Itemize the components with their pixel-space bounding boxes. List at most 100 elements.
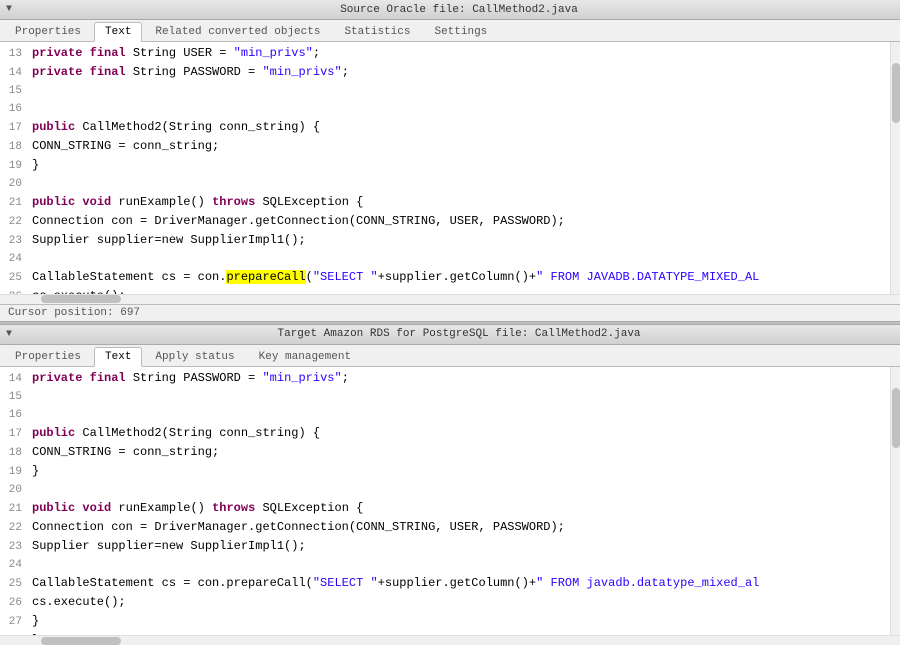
bottom-code-content: 14 private final String PASSWORD = "min_…	[0, 367, 900, 636]
table-row: 16	[0, 100, 890, 118]
table-row: 24	[0, 556, 890, 574]
top-tabs-bar: Properties Text Related converted object…	[0, 20, 900, 42]
tab-apply-status-bottom[interactable]: Apply status	[144, 347, 245, 366]
top-code-panel: 13 private final String USER = "min_priv…	[0, 42, 900, 304]
tab-related-top[interactable]: Related converted objects	[144, 22, 331, 41]
table-row: 25 CallableStatement cs = con.prepareCal…	[0, 268, 890, 287]
line-number: 14	[0, 370, 32, 388]
top-panel-title: Source Oracle file: CallMethod2.java	[18, 2, 900, 18]
line-number: 21	[0, 194, 32, 212]
code-token: void	[82, 501, 111, 515]
table-row: 15	[0, 82, 890, 100]
code-token: final	[90, 371, 126, 385]
code-token	[82, 46, 89, 60]
line-code: Supplier supplier=new SupplierImpl1();	[32, 231, 306, 249]
line-number: 22	[0, 213, 32, 231]
bottom-scroll-thumb[interactable]	[892, 388, 900, 448]
line-code: CONN_STRING = conn_string;	[32, 443, 219, 461]
line-number: 18	[0, 138, 32, 156]
tab-text-bottom[interactable]: Text	[94, 347, 142, 367]
code-token: }	[32, 614, 39, 628]
code-token: Supplier supplier=new SupplierImpl1();	[32, 539, 306, 553]
line-number: 22	[0, 519, 32, 537]
tab-settings-top[interactable]: Settings	[423, 22, 498, 41]
line-code: private final String PASSWORD = "min_pri…	[32, 369, 349, 387]
code-token: void	[82, 195, 111, 209]
code-token: SQLException {	[255, 195, 363, 209]
tab-text-top[interactable]: Text	[94, 22, 142, 42]
bottom-tabs-bar: Properties Text Apply status Key managem…	[0, 345, 900, 367]
line-code: public CallMethod2(String conn_string) {	[32, 424, 320, 442]
table-row: 17 public CallMethod2(String conn_string…	[0, 424, 890, 443]
bottom-hscroll-thumb[interactable]	[41, 637, 121, 645]
line-number: 17	[0, 425, 32, 443]
code-token: "min_privs"	[234, 46, 313, 60]
line-number: 19	[0, 157, 32, 175]
bottom-scrollbar[interactable]	[890, 367, 900, 636]
code-token: cs.execute();	[32, 595, 126, 609]
top-collapse-arrow[interactable]: ▼	[0, 3, 18, 16]
code-token: ;	[342, 371, 349, 385]
code-token: public	[32, 195, 75, 209]
code-token: "SELECT "	[313, 270, 378, 284]
code-token: private	[32, 46, 82, 60]
code-token	[82, 371, 89, 385]
line-number: 13	[0, 45, 32, 63]
code-token: }	[32, 158, 39, 172]
line-code: CONN_STRING = conn_string;	[32, 137, 219, 155]
code-token: }	[32, 464, 39, 478]
line-code: private final String USER = "min_privs";	[32, 44, 320, 62]
top-hscrollbar[interactable]	[0, 294, 900, 304]
line-number: 24	[0, 250, 32, 268]
line-number: 17	[0, 119, 32, 137]
code-token: Supplier supplier=new SupplierImpl1();	[32, 233, 306, 247]
line-code: public void runExample() throws SQLExcep…	[32, 499, 363, 517]
table-row: 20	[0, 481, 890, 499]
table-row: 19 }	[0, 156, 890, 175]
tab-key-management-bottom[interactable]: Key management	[248, 347, 362, 366]
code-token: "min_privs"	[262, 371, 341, 385]
code-token: final	[90, 46, 126, 60]
line-number: 20	[0, 481, 32, 499]
line-code: cs.execute();	[32, 593, 126, 611]
line-code: CallableStatement cs = con.prepareCall("…	[32, 268, 759, 286]
line-number: 25	[0, 269, 32, 287]
line-number: 27	[0, 613, 32, 631]
code-token: throws	[212, 501, 255, 515]
line-number: 23	[0, 232, 32, 250]
table-row: 13 private final String USER = "min_priv…	[0, 44, 890, 63]
bottom-panel: ▼ Target Amazon RDS for PostgreSQL file:…	[0, 325, 900, 645]
tab-properties-bottom[interactable]: Properties	[4, 347, 92, 366]
table-row: 26 cs.execute();	[0, 593, 890, 612]
code-token: prepareCall	[226, 270, 305, 284]
line-number: 21	[0, 500, 32, 518]
tab-statistics-top[interactable]: Statistics	[333, 22, 421, 41]
code-token: CONN_STRING = conn_string;	[32, 445, 219, 459]
bottom-code-panel: 14 private final String PASSWORD = "min_…	[0, 367, 900, 645]
bottom-panel-title: Target Amazon RDS for PostgreSQL file: C…	[18, 326, 900, 342]
bottom-hscrollbar[interactable]	[0, 635, 900, 645]
code-token: CallMethod2(String conn_string) {	[75, 426, 320, 440]
line-number: 16	[0, 100, 32, 118]
top-hscroll-thumb[interactable]	[41, 295, 121, 303]
table-row: 14 private final String PASSWORD = "min_…	[0, 369, 890, 388]
table-row: 15	[0, 388, 890, 406]
top-scrollbar[interactable]	[890, 42, 900, 294]
table-row: 16	[0, 406, 890, 424]
top-scroll-thumb[interactable]	[892, 63, 900, 123]
code-token: " FROM javadb.datatype_mixed_al	[536, 576, 759, 590]
bottom-collapse-arrow[interactable]: ▼	[0, 328, 18, 341]
line-code: }	[32, 462, 39, 480]
bottom-panel-header-bar: ▼ Target Amazon RDS for PostgreSQL file:…	[0, 325, 900, 345]
line-code: private final String PASSWORD = "min_pri…	[32, 63, 349, 81]
table-row: 18 CONN_STRING = conn_string;	[0, 137, 890, 156]
table-row: 14 private final String PASSWORD = "min_…	[0, 63, 890, 82]
line-number: 19	[0, 463, 32, 481]
code-token: Connection con = DriverManager.getConnec…	[32, 214, 565, 228]
tab-properties-top[interactable]: Properties	[4, 22, 92, 41]
code-token: final	[90, 65, 126, 79]
cursor-position: Cursor position: 697	[8, 307, 140, 319]
code-token: runExample()	[111, 501, 212, 515]
code-token: SQLException {	[255, 501, 363, 515]
code-token: (	[306, 270, 313, 284]
